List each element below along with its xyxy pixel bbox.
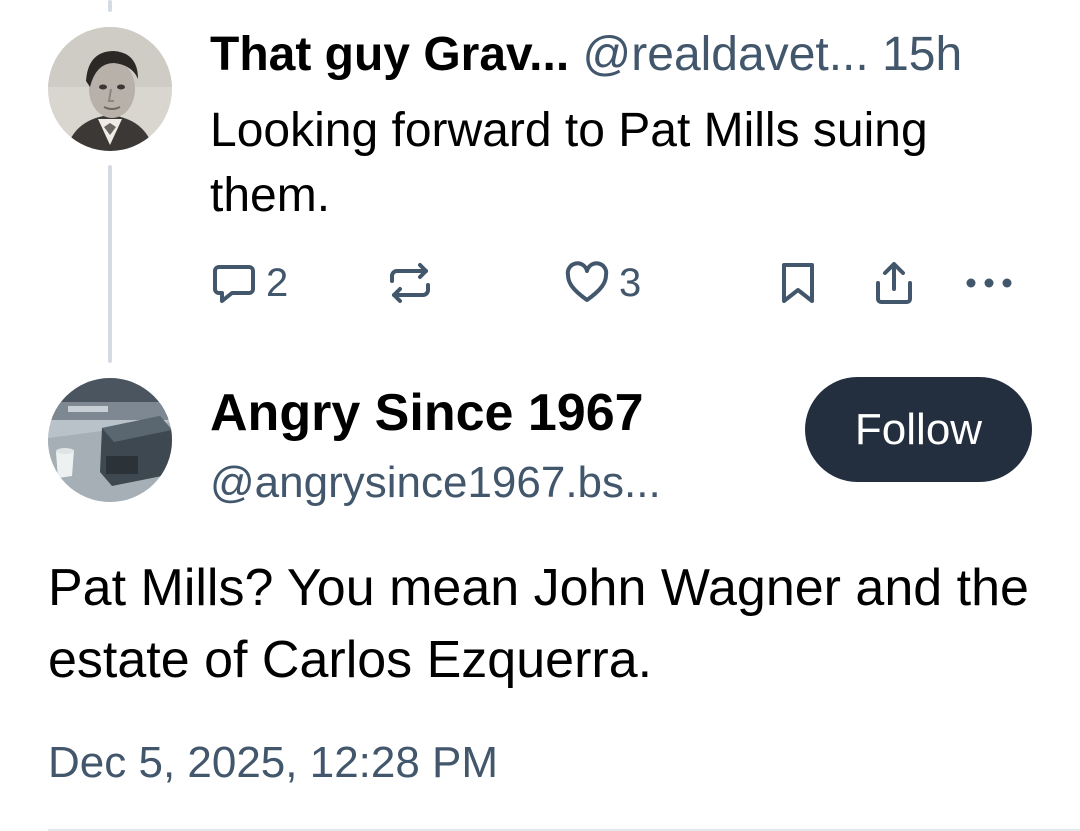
vintage-portrait-avatar-image: [48, 27, 172, 151]
main-post-text: Pat Mills? You mean John Wagner and the …: [48, 559, 1029, 689]
reply-count: 2: [266, 261, 289, 305]
like-button[interactable]: 3: [563, 250, 641, 316]
like-count: 3: [619, 261, 642, 305]
parent-post-text: Looking forward to Pat Mills suing them.: [210, 104, 928, 222]
share-button[interactable]: [870, 250, 918, 316]
thread-line-top: [108, 0, 112, 12]
post-timestamp: Dec 5, 2025, 12:28 PM: [48, 738, 499, 787]
desk-photo-avatar-image: [48, 378, 172, 502]
heart-icon: [565, 261, 609, 302]
repost-icon: [390, 263, 430, 303]
parent-avatar[interactable]: [48, 27, 172, 151]
post-action-bar: 2 3: [0, 250, 1080, 316]
parent-post-header: That guy Grav... @realdavet... 15h: [210, 26, 1040, 84]
main-author-handle[interactable]: @angrysince1967.bs...: [210, 455, 661, 511]
follow-button[interactable]: Follow: [805, 377, 1032, 482]
reply-button[interactable]: 2: [210, 250, 288, 316]
more-icon: [966, 278, 1012, 288]
more-options-button[interactable]: [962, 250, 1016, 316]
parent-handle[interactable]: @realdavet...: [583, 28, 869, 81]
reply-icon: [213, 265, 255, 303]
bookmark-icon: [782, 263, 814, 303]
parent-display-name[interactable]: That guy Grav...: [210, 28, 569, 81]
main-author-name[interactable]: Angry Since 1967: [210, 380, 644, 446]
share-icon: [876, 262, 912, 304]
bookmark-button[interactable]: [776, 250, 820, 316]
main-author-avatar[interactable]: [48, 378, 172, 502]
parent-post-time[interactable]: 15h: [882, 28, 962, 81]
post-thread-view: That guy Grav... @realdavet... 15h Looki…: [0, 0, 1080, 831]
repost-button[interactable]: [386, 250, 442, 316]
